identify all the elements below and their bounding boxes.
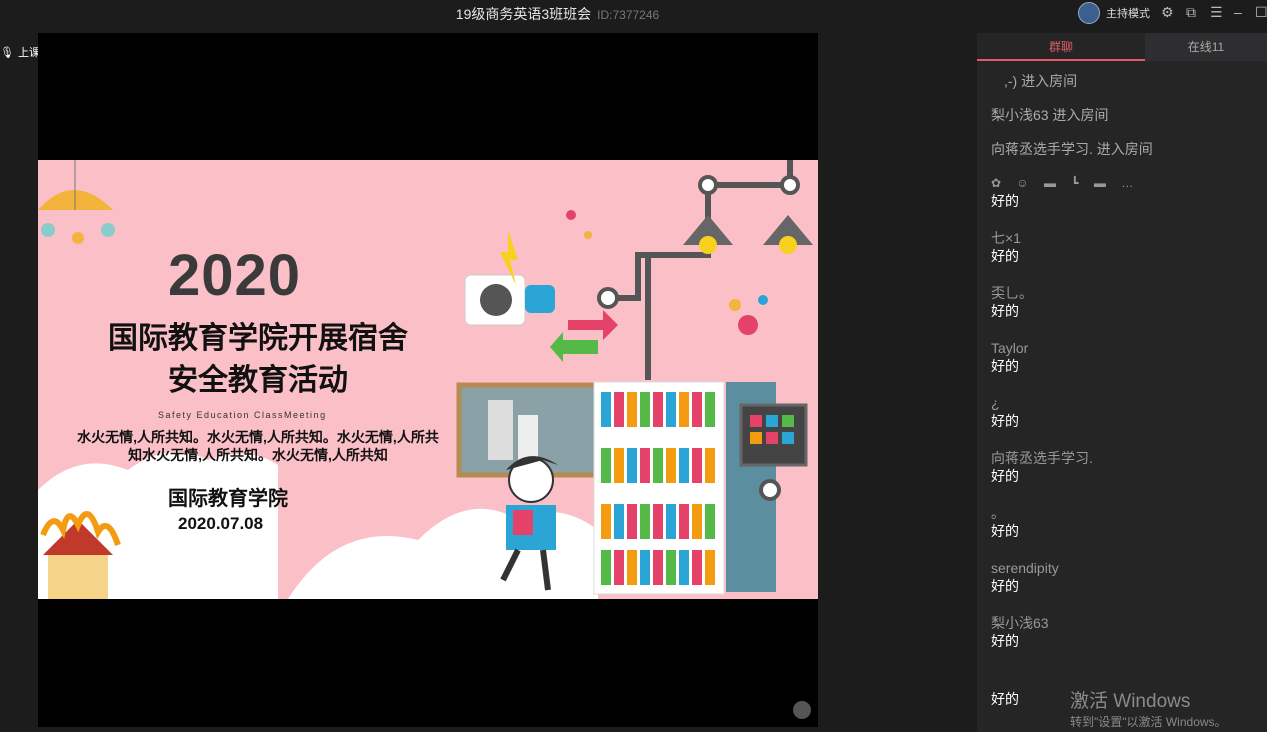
chat-message-text: 好的 — [991, 248, 1019, 264]
window-title: 19级商务英语3班班会 ID:7377246 — [0, 4, 1115, 24]
chat-panel: 群聊 在线11 ,-) 进入房间 梨小浅63 进入房间 向蒋丞选手学习. 进入房… — [977, 33, 1267, 732]
chat-message: 。 好的 — [991, 504, 1019, 540]
chat-sender-name: ¿ — [991, 395, 1000, 411]
room-name: 19级商务英语3班班会 — [455, 6, 592, 22]
system-message: 梨小浅63 进入房间 — [991, 107, 1109, 123]
slide-subtitle-en: Safety Education ClassMeeting — [158, 410, 327, 420]
chat-message-text: 好的 — [991, 193, 1019, 209]
watermark-subtitle: 转到"设置"以激活 Windows。 — [1070, 715, 1227, 729]
windows-activation-watermark: 激活 Windows 转到"设置"以激活 Windows。 — [1070, 686, 1227, 730]
settings-icon[interactable]: ⚙ — [1161, 4, 1174, 21]
slide-slogan: 水火无情,人所共知。水火无情,人所共知。水火无情,人所共 知水火无情,人所共知。… — [68, 428, 448, 464]
chat-message: 好的 — [991, 690, 1019, 708]
slide-slogan-line2: 知水火无情,人所共知。水火无情,人所共知 — [128, 447, 388, 463]
slide-organizer: 国际教育学院 — [168, 488, 288, 510]
chat-message: 奀乚。 好的 — [991, 284, 1033, 320]
system-message: ,-) 进入房间 — [1004, 73, 1078, 89]
chat-message: ✿ ☺ ▬ ┗ ▬ … 好的 — [991, 174, 1139, 210]
slide-title: 国际教育学院开展宿舍 安全教育活动 — [68, 318, 448, 402]
chat-message-text: 好的 — [991, 413, 1019, 429]
chat-sender-name: 。 — [991, 505, 1005, 521]
chat-message-text: 好的 — [991, 303, 1019, 319]
chat-message-text: 好的 — [991, 523, 1019, 539]
chat-sender-name: Taylor — [991, 340, 1029, 356]
chat-message: 七×1 好的 — [991, 229, 1021, 265]
chat-message: ¿ 好的 — [991, 394, 1019, 430]
tab-online-list[interactable]: 在线11 — [1145, 33, 1267, 61]
slide-date: 2020.07.08 — [178, 514, 264, 533]
chat-sender-name: 向蒋丞选手学习. — [991, 450, 1093, 466]
chat-message: serendipity 好的 — [991, 559, 1059, 595]
host-mode-label: 主持模式 — [1106, 8, 1150, 20]
chat-sender-name: ✿ ☺ ▬ ┗ ▬ … — [991, 176, 1140, 190]
slide-title-line2: 安全教育活动 — [168, 364, 348, 397]
slide-slogan-line1: 水火无情,人所共知。水火无情,人所共知。水火无情,人所共 — [77, 429, 439, 445]
popout-icon[interactable]: ⧉ — [1186, 4, 1196, 21]
avatar[interactable] — [1078, 2, 1100, 24]
presentation-slide: 2020 国际教育学院开展宿舍 安全教育活动 Safety Education … — [38, 160, 818, 599]
system-message: 向蒋丞选手学习. 进入房间 — [991, 141, 1153, 157]
title-bar: 19级商务英语3班班会 ID:7377246 主持模式 ⚙ ⧉ ☰ – ☐ — [0, 0, 1267, 26]
host-mode-toggle[interactable]: 主持模式 — [1078, 2, 1150, 24]
slide-year: 2020 — [168, 243, 302, 308]
chat-sender-name: 七×1 — [991, 230, 1021, 246]
chat-message: 梨小浅63 好的 — [991, 614, 1049, 650]
chat-sender-name: serendipity — [991, 560, 1059, 576]
mute-microphone-icon[interactable] — [793, 701, 811, 719]
chat-message-text: 好的 — [991, 578, 1019, 594]
room-id: ID:7377246 — [597, 8, 660, 22]
chat-message-text: 好的 — [991, 633, 1019, 649]
menu-icon[interactable]: ☰ — [1210, 4, 1223, 21]
chat-tabs: 群聊 在线11 — [977, 33, 1267, 61]
chat-message-text: 好的 — [991, 468, 1019, 484]
chat-message-text: 好的 — [991, 691, 1019, 707]
slide-title-line1: 国际教育学院开展宿舍 — [108, 322, 408, 355]
microphone-icon: 🎙 — [0, 46, 14, 59]
chat-message: 向蒋丞选手学习. 好的 — [991, 449, 1093, 485]
watermark-title: 激活 Windows — [1070, 691, 1191, 712]
chat-message: Taylor 好的 — [991, 339, 1028, 375]
chat-message-text: 好的 — [991, 358, 1019, 374]
chat-sender-name: 奀乚。 — [991, 285, 1033, 301]
minimize-icon[interactable]: – — [1234, 4, 1242, 20]
maximize-icon[interactable]: ☐ — [1255, 4, 1267, 21]
chat-sender-name: 梨小浅63 — [991, 615, 1049, 631]
tab-group-chat[interactable]: 群聊 — [977, 33, 1145, 61]
